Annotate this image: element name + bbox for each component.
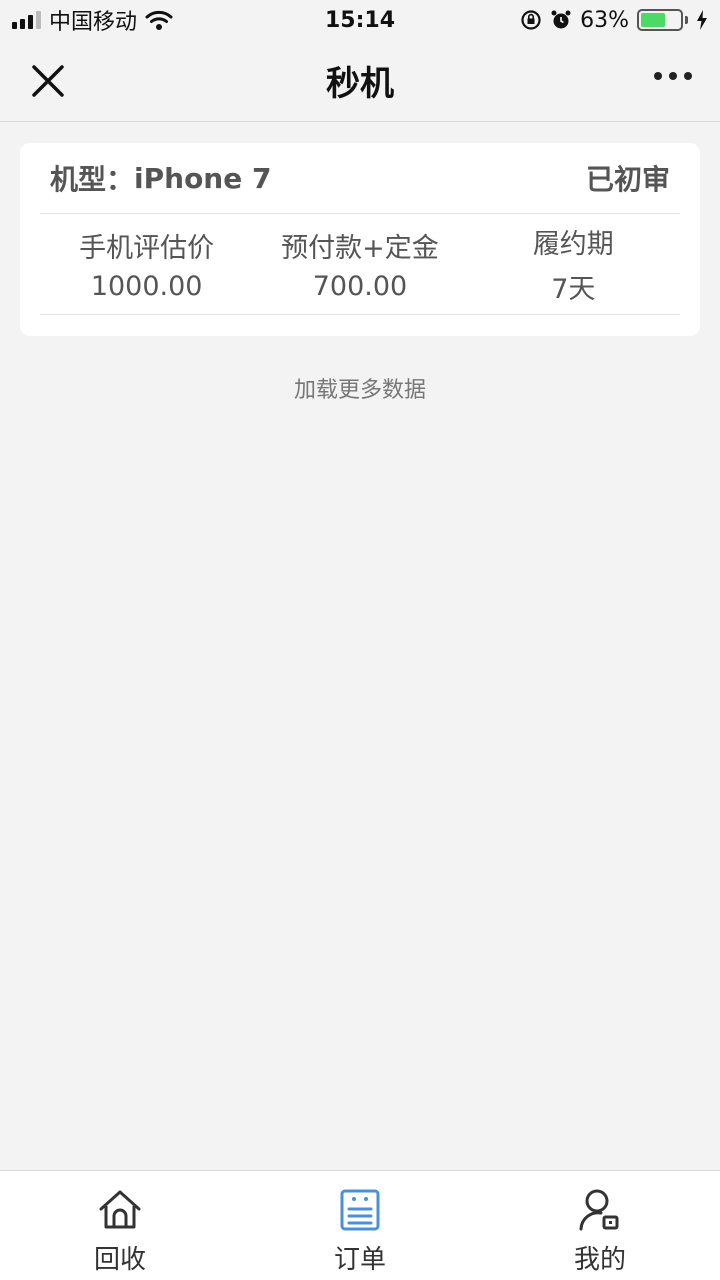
- fulfillment-period-col: 履约期 7天: [467, 214, 680, 314]
- tab-label-orders: 订单: [333, 1245, 386, 1275]
- evaluation-price-label: 手机评估价: [79, 233, 215, 264]
- order-card-header: 机型： iPhone 7 已初审: [40, 143, 680, 214]
- tab-bar: 回收 订单 我的: [0, 1170, 720, 1280]
- signal-icon: [12, 11, 41, 29]
- wifi-icon: [145, 10, 173, 30]
- prepayment-label: 预付款+定金: [281, 233, 439, 264]
- tab-mine[interactable]: 我的: [480, 1171, 720, 1280]
- carrier-name: 中国移动: [49, 10, 138, 35]
- model-label: 机型：: [50, 163, 135, 196]
- load-more-link[interactable]: 加载更多数据: [0, 372, 720, 404]
- page-title: 秒机: [326, 64, 394, 104]
- battery-icon: [637, 9, 688, 31]
- order-card[interactable]: 机型： iPhone 7 已初审 手机评估价 1000.00 预付款+定金 70…: [20, 143, 700, 336]
- prepayment-value: 700.00: [312, 271, 408, 302]
- fulfillment-period-value: 7天: [551, 274, 596, 305]
- order-list-icon: [340, 1189, 380, 1231]
- more-icon[interactable]: [654, 72, 692, 80]
- order-card-body: 手机评估价 1000.00 预付款+定金 700.00 履约期 7天: [40, 214, 680, 315]
- status-bar: 中国移动 15:14 63%: [0, 0, 720, 40]
- tab-recycle[interactable]: 回收: [0, 1171, 240, 1280]
- nav-bar: 秒机: [0, 40, 720, 122]
- charging-icon: [697, 10, 707, 30]
- fulfillment-period-label: 履约期: [532, 229, 614, 260]
- status-bar-left: 中国移动: [12, 4, 173, 36]
- status-bar-right: 63%: [520, 8, 708, 33]
- evaluation-price-value: 1000.00: [90, 271, 203, 302]
- order-status: 已初审: [585, 163, 670, 196]
- tab-orders[interactable]: 订单: [240, 1171, 480, 1280]
- alarm-icon: [551, 10, 571, 29]
- profile-icon: [579, 1189, 619, 1231]
- close-icon[interactable]: [28, 61, 68, 101]
- orientation-lock-icon: [521, 10, 541, 30]
- model-value: iPhone 7: [134, 161, 272, 195]
- prepayment-col: 预付款+定金 700.00: [253, 214, 466, 314]
- tab-label-mine: 我的: [573, 1245, 626, 1275]
- evaluation-price-col: 手机评估价 1000.00: [40, 214, 253, 314]
- home-icon: [99, 1190, 141, 1229]
- battery-level: [641, 13, 665, 27]
- tab-label-recycle: 回收: [93, 1245, 146, 1275]
- battery-percent: 63%: [580, 7, 629, 33]
- model-info: 机型： iPhone 7: [50, 158, 271, 198]
